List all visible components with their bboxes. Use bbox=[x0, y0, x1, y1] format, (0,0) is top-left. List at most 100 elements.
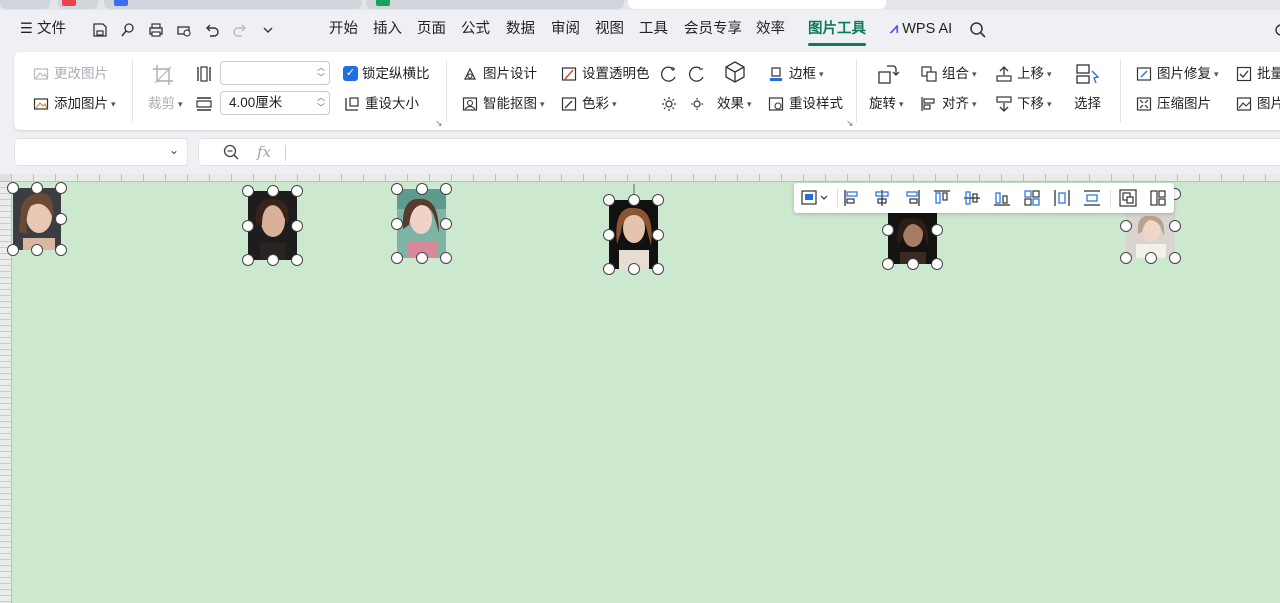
inserted-picture[interactable] bbox=[242, 185, 303, 266]
resize-handle[interactable] bbox=[603, 194, 615, 206]
group-objects-icon[interactable] bbox=[1117, 188, 1139, 208]
smart-cutout-button[interactable]: 智能抠图 ▾ bbox=[461, 92, 545, 116]
tab-review[interactable]: 审阅 bbox=[551, 10, 580, 48]
bring-forward-button[interactable]: 上移 ▾ bbox=[995, 62, 1052, 86]
doc-tab[interactable] bbox=[104, 0, 362, 9]
file-menu[interactable]: ☰ 文件 bbox=[20, 10, 66, 48]
align-left-icon[interactable] bbox=[841, 188, 863, 208]
resize-handle[interactable] bbox=[652, 228, 664, 241]
picture-design-button[interactable]: 图片设计 bbox=[461, 62, 537, 86]
resize-handle[interactable] bbox=[291, 185, 303, 197]
align-button[interactable]: 对齐 ▾ bbox=[920, 92, 977, 116]
resize-handle[interactable] bbox=[1169, 252, 1181, 264]
tab-insert[interactable]: 插入 bbox=[373, 10, 402, 48]
zoom-formula-icon[interactable] bbox=[223, 144, 239, 160]
doc-tab-active[interactable] bbox=[628, 0, 886, 9]
resize-handle[interactable] bbox=[391, 217, 403, 230]
crop-button[interactable] bbox=[150, 60, 180, 90]
width-stepper[interactable]: ︿ ﹀ bbox=[317, 63, 325, 83]
resize-handle[interactable] bbox=[1120, 252, 1132, 264]
resize-handle[interactable] bbox=[627, 194, 640, 206]
chevron-down-icon[interactable]: ⌄ bbox=[169, 143, 179, 157]
format-painter-icon[interactable] bbox=[118, 20, 138, 40]
resize-handle[interactable] bbox=[391, 183, 403, 195]
resize-handle[interactable] bbox=[1144, 252, 1157, 264]
effects-3d-icon[interactable] bbox=[722, 60, 748, 84]
tab-formula[interactable]: 公式 bbox=[461, 10, 490, 48]
resize-handle[interactable] bbox=[7, 244, 19, 256]
align-middle-icon[interactable] bbox=[961, 188, 983, 208]
reset-size-button[interactable]: 重设大小 bbox=[343, 92, 419, 116]
increase-contrast-icon[interactable] bbox=[660, 62, 678, 86]
search-icon[interactable] bbox=[968, 20, 988, 40]
height-input[interactable]: 4.00厘米 ︿ ﹀ bbox=[220, 91, 330, 115]
resize-handle[interactable] bbox=[55, 213, 67, 225]
align-center-icon[interactable] bbox=[871, 188, 893, 208]
select-button[interactable]: 选择 bbox=[1074, 92, 1101, 116]
border-button[interactable]: 边框 ▾ bbox=[767, 62, 824, 86]
resize-handle[interactable] bbox=[652, 194, 664, 206]
resize-handle[interactable] bbox=[391, 252, 403, 264]
size-dialog-launcher-icon[interactable]: ↘ bbox=[435, 118, 443, 129]
doc-tab[interactable] bbox=[0, 0, 50, 9]
more-quick-access-chevron-icon[interactable] bbox=[258, 20, 278, 40]
change-picture-button[interactable]: 更改图片 bbox=[32, 62, 108, 86]
resize-handle[interactable] bbox=[242, 185, 254, 197]
crop-label[interactable]: 裁剪 ▾ bbox=[148, 92, 183, 116]
resize-handle[interactable] bbox=[440, 183, 452, 195]
tab-page[interactable]: 页面 bbox=[417, 10, 446, 48]
formula-bar[interactable]: fx bbox=[198, 138, 1280, 166]
distribute-horizontal-icon[interactable] bbox=[1051, 188, 1073, 208]
lock-ratio-checkbox[interactable]: ✓ bbox=[343, 66, 358, 81]
ungroup-objects-icon[interactable] bbox=[1147, 188, 1169, 208]
increase-brightness-icon[interactable] bbox=[660, 92, 678, 116]
inserted-picture[interactable] bbox=[7, 182, 67, 256]
resize-handle[interactable] bbox=[266, 185, 279, 197]
redo-icon[interactable] bbox=[230, 20, 250, 40]
tab-view[interactable]: 视图 bbox=[595, 10, 624, 48]
column-header[interactable] bbox=[12, 174, 1280, 182]
resize-handle[interactable] bbox=[1169, 220, 1181, 232]
name-box[interactable]: ⌄ bbox=[14, 138, 188, 166]
resize-handle[interactable] bbox=[415, 183, 428, 195]
group-button[interactable]: 组合 ▾ bbox=[920, 62, 977, 86]
resize-handle[interactable] bbox=[906, 258, 919, 270]
tab-tools[interactable]: 工具 bbox=[639, 10, 668, 48]
select-all-corner[interactable] bbox=[0, 174, 12, 182]
save-icon[interactable] bbox=[90, 20, 110, 40]
resize-handle[interactable] bbox=[266, 254, 279, 266]
image-layout-dropdown-icon[interactable] bbox=[800, 188, 832, 208]
resize-handle[interactable] bbox=[55, 182, 67, 194]
picture-repair-button[interactable]: 图片修复 ▾ bbox=[1135, 62, 1219, 86]
batch-button[interactable]: 批量 bbox=[1235, 62, 1280, 86]
decrease-contrast-icon[interactable] bbox=[688, 62, 706, 86]
rotate-icon[interactable] bbox=[874, 62, 900, 86]
resize-handle[interactable] bbox=[415, 252, 428, 264]
resize-handle[interactable] bbox=[55, 244, 67, 256]
wps-ai-button[interactable]: ⩘ WPS AI bbox=[890, 10, 952, 48]
decrease-brightness-icon[interactable] bbox=[688, 92, 706, 116]
effects-button[interactable]: 效果 ▾ bbox=[717, 92, 752, 116]
tab-efficiency[interactable]: 效率 bbox=[756, 10, 785, 48]
resize-handle[interactable] bbox=[603, 263, 615, 275]
align-top-icon[interactable] bbox=[931, 188, 953, 208]
picture-more-button[interactable]: 图片 bbox=[1235, 92, 1280, 116]
doc-tab[interactable] bbox=[58, 0, 98, 9]
resize-handle[interactable] bbox=[31, 182, 43, 194]
style-dialog-launcher-icon[interactable]: ↘ bbox=[846, 118, 854, 129]
rotate-button[interactable]: 旋转 ▾ bbox=[869, 92, 904, 116]
resize-handle[interactable] bbox=[242, 219, 254, 232]
inserted-picture-selected[interactable] bbox=[603, 184, 664, 275]
add-picture-button[interactable]: 添加图片 ▾ bbox=[32, 92, 116, 116]
send-backward-button[interactable]: 下移 ▾ bbox=[995, 92, 1052, 116]
width-input[interactable]: ︿ ﹀ bbox=[220, 61, 330, 85]
resize-handle[interactable] bbox=[440, 217, 452, 230]
resize-handle[interactable] bbox=[291, 254, 303, 266]
inserted-picture[interactable] bbox=[391, 183, 452, 264]
tab-member[interactable]: 会员专享 bbox=[684, 10, 742, 48]
resize-handle[interactable] bbox=[440, 252, 452, 264]
undo-icon[interactable] bbox=[202, 20, 222, 40]
distribute-grid-icon[interactable] bbox=[1021, 188, 1043, 208]
select-pane-icon[interactable] bbox=[1074, 62, 1100, 86]
resize-handle[interactable] bbox=[31, 244, 43, 256]
